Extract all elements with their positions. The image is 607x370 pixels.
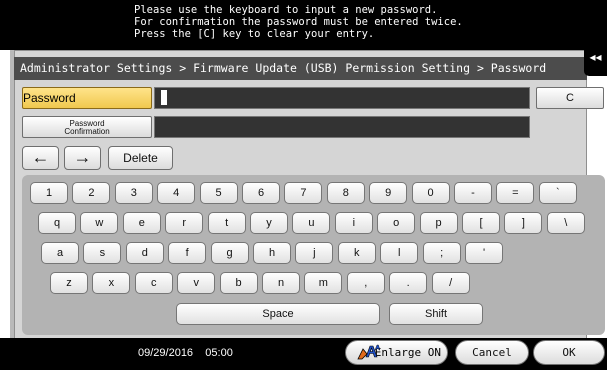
key[interactable]: d (125, 242, 164, 264)
key[interactable]: \ (546, 212, 585, 234)
password-input[interactable] (154, 87, 530, 109)
key[interactable]: 1 (30, 182, 68, 204)
key[interactable]: a (41, 242, 79, 264)
delete-button[interactable]: Delete (108, 146, 173, 170)
key[interactable]: 5 (199, 182, 238, 204)
datetime-display: 09/29/2016 05:00 (138, 346, 233, 360)
key[interactable]: 2 (72, 182, 111, 204)
key-space[interactable]: Space (176, 303, 380, 325)
password-confirmation-field-button[interactable]: Password Confirmation (22, 116, 152, 138)
key[interactable]: i (334, 212, 373, 234)
key[interactable]: 6 (242, 182, 280, 204)
key[interactable]: n (262, 272, 300, 294)
key[interactable]: ` (538, 182, 577, 204)
key[interactable]: g (210, 242, 249, 264)
text-cursor (161, 90, 167, 105)
key[interactable]: e (122, 212, 161, 234)
key[interactable]: ' (465, 242, 503, 264)
enlarge-display-icon (357, 344, 380, 360)
key[interactable]: 7 (284, 182, 323, 204)
key[interactable]: . (389, 272, 428, 294)
cursor-right-button[interactable]: → (64, 146, 101, 170)
key[interactable]: z (50, 272, 88, 294)
key[interactable]: l (380, 242, 419, 264)
key[interactable]: v (177, 272, 216, 294)
key[interactable]: o (377, 212, 416, 234)
key[interactable]: 8 (326, 182, 365, 204)
cancel-button[interactable]: Cancel (455, 340, 529, 365)
key[interactable]: - (454, 182, 492, 204)
enlarge-icon-hand (357, 348, 368, 360)
side-panel-collapse-icon[interactable]: ◂◂ (584, 38, 607, 76)
key[interactable]: 3 (114, 182, 153, 204)
key[interactable]: w (80, 212, 119, 234)
key[interactable]: x (92, 272, 131, 294)
password-field-button[interactable]: Password (22, 87, 152, 109)
key[interactable]: 0 (411, 182, 450, 204)
ok-button[interactable]: OK (533, 340, 605, 365)
key[interactable]: / (431, 272, 470, 294)
key[interactable]: k (337, 242, 376, 264)
key[interactable]: s (83, 242, 122, 264)
key[interactable]: y (250, 212, 288, 234)
enlarge-icon-letter-a-large (365, 345, 378, 358)
key[interactable]: [ (462, 212, 500, 234)
key-shift[interactable]: Shift (389, 303, 483, 325)
key[interactable]: r (165, 212, 204, 234)
key[interactable]: m (304, 272, 343, 294)
key[interactable]: c (134, 272, 173, 294)
key[interactable]: = (496, 182, 535, 204)
key[interactable]: j (295, 242, 334, 264)
key[interactable]: 9 (369, 182, 408, 204)
key[interactable]: ; (422, 242, 461, 264)
key[interactable]: b (219, 272, 258, 294)
clear-button[interactable]: C (536, 87, 604, 109)
key[interactable]: h (253, 242, 291, 264)
key[interactable]: p (419, 212, 458, 234)
message-line: Press the [C] key to clear your entry. (134, 28, 375, 40)
password-confirmation-input[interactable] (154, 116, 530, 138)
key[interactable]: t (207, 212, 246, 234)
time-text: 05:00 (205, 347, 233, 359)
message-line: Please use the keyboard to input a new p… (134, 4, 438, 16)
key[interactable]: q (38, 212, 76, 234)
message-line: For confirmation the password must be en… (134, 16, 463, 28)
key[interactable]: 4 (157, 182, 196, 204)
breadcrumb: Administrator Settings > Firmware Update… (14, 57, 587, 80)
cursor-left-button[interactable]: ← (22, 146, 59, 170)
enlarge-icon-letter-a-small (374, 344, 380, 351)
key[interactable]: f (168, 242, 207, 264)
instruction-message: Please use the keyboard to input a new p… (134, 4, 463, 40)
date-text: 09/29/2016 (138, 347, 194, 359)
key[interactable]: , (346, 272, 385, 294)
confirm-label-line2: Confirmation (64, 127, 110, 136)
key[interactable]: u (292, 212, 331, 234)
key[interactable]: ] (504, 212, 543, 234)
